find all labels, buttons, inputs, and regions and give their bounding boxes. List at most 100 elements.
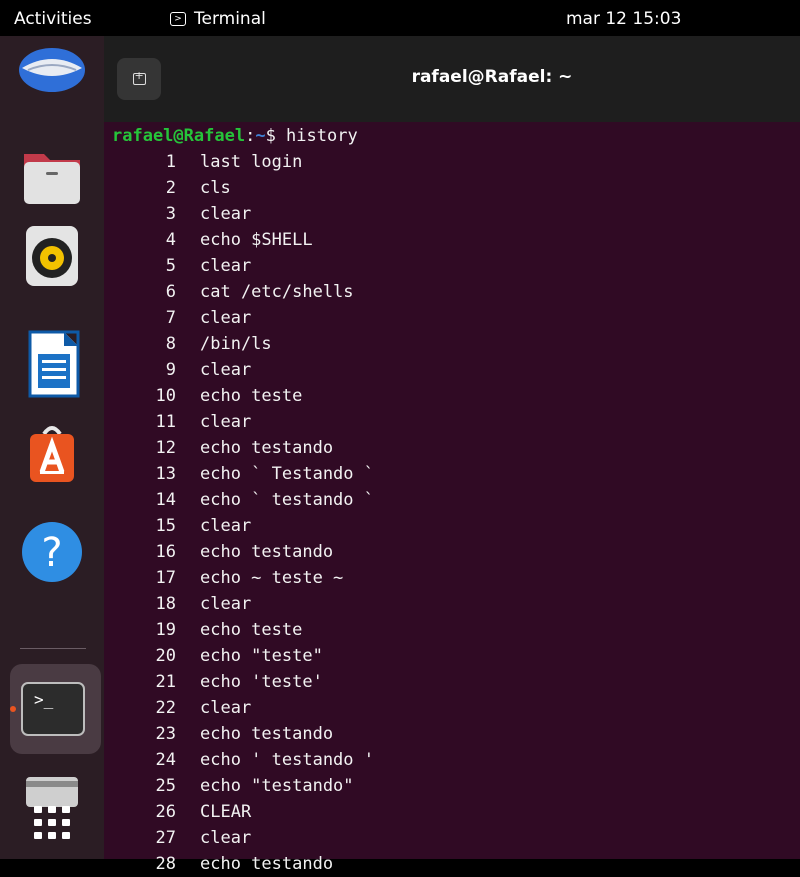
history-number: 1 [165, 152, 176, 172]
history-command: echo ` testando ` [200, 490, 374, 510]
history-number: 22 [155, 698, 176, 718]
history-number: 25 [155, 776, 176, 796]
history-line: 6 cat /etc/shells [112, 279, 800, 305]
history-command: clear [200, 828, 252, 848]
history-command: echo testando [200, 542, 334, 562]
software-icon[interactable] [16, 416, 88, 488]
svg-text:>_: >_ [34, 690, 54, 709]
history-number: 12 [155, 438, 176, 458]
history-line: 18 clear [112, 591, 800, 617]
history-number: 20 [155, 646, 176, 666]
history-number: 27 [155, 828, 176, 848]
history-line: 17 echo ~ teste ~ [112, 565, 800, 591]
history-line: 15 clear [112, 513, 800, 539]
app-name: Terminal [194, 9, 266, 29]
history-command: echo 'teste' [200, 672, 323, 692]
history-command: echo ' testando ' [200, 750, 374, 770]
prompt-user-host: rafael@Rafael [112, 126, 246, 146]
history-line: 20 echo "teste" [112, 643, 800, 669]
history-line: 9 clear [112, 357, 800, 383]
history-number: 18 [155, 594, 176, 614]
history-number: 15 [155, 516, 176, 536]
history-number: 26 [155, 802, 176, 822]
history-line: 11 clear [112, 409, 800, 435]
history-command: echo ~ teste ~ [200, 568, 344, 588]
history-number: 3 [165, 204, 176, 224]
history-line: 16 echo testando [112, 539, 800, 565]
rhythmbox-icon[interactable] [16, 220, 88, 292]
history-number: 5 [165, 256, 176, 276]
history-line: 14 echo ` testando ` [112, 487, 800, 513]
history-command: echo ` Testando ` [200, 464, 374, 484]
history-command: clear [200, 594, 252, 614]
history-command: /bin/ls [200, 334, 272, 354]
history-command: cls [200, 178, 231, 198]
app-menu[interactable]: > Terminal [170, 9, 266, 29]
history-line: 10 echo teste [112, 383, 800, 409]
history-number: 6 [165, 282, 176, 302]
history-line: 1 last login [112, 149, 800, 175]
history-line: 23 echo testando [112, 721, 800, 747]
dock: ? >_ [0, 36, 104, 859]
history-number: 16 [155, 542, 176, 562]
history-number: 24 [155, 750, 176, 770]
history-number: 14 [155, 490, 176, 510]
history-number: 4 [165, 230, 176, 250]
history-command: echo teste [200, 386, 303, 406]
history-line: 5 clear [112, 253, 800, 279]
prompt-line: rafael@Rafael:~$ history [112, 123, 800, 149]
clock[interactable]: mar 12 15:03 [566, 9, 681, 29]
help-icon[interactable]: ? [16, 516, 88, 588]
history-number: 17 [155, 568, 176, 588]
window-header[interactable]: rafael@Rafael: ~ [104, 36, 800, 122]
writer-icon[interactable] [16, 328, 88, 400]
history-line: 19 echo teste [112, 617, 800, 643]
history-command: CLEAR [200, 802, 252, 822]
window-title: rafael@Rafael: ~ [411, 67, 573, 87]
terminal-window[interactable]: rafael@Rafael: ~ rafael@Rafael:~$ histor… [104, 36, 800, 874]
terminal-icon[interactable]: >_ [16, 673, 88, 745]
history-line: 2 cls [112, 175, 800, 201]
history-line: 21 echo 'teste' [112, 669, 800, 695]
history-command: echo testando [200, 438, 334, 458]
history-line: 28 echo testando [112, 851, 800, 877]
history-command: clear [200, 698, 252, 718]
history-command: cat /etc/shells [200, 282, 354, 302]
dock-separator [20, 648, 86, 649]
history-number: 21 [155, 672, 176, 692]
history-line: 7 clear [112, 305, 800, 331]
prompt-dollar: $ [265, 126, 276, 146]
history-number: 19 [155, 620, 176, 640]
history-line: 24 echo ' testando ' [112, 747, 800, 773]
history-command: echo testando [200, 854, 334, 874]
history-command: clear [200, 308, 252, 328]
history-line: 8/bin/ls [112, 331, 800, 357]
window-title-wrap: rafael@Rafael: ~ [104, 67, 800, 87]
prompt-command: history [275, 126, 358, 146]
history-command: echo $SHELL [200, 230, 313, 250]
history-command: clear [200, 256, 252, 276]
files-icon[interactable] [16, 140, 88, 212]
thunderbird-icon[interactable] [16, 30, 88, 102]
terminal-app-icon: > [170, 12, 186, 26]
history-number: 7 [165, 308, 176, 328]
history-number: 28 [155, 854, 176, 874]
svg-text:?: ? [41, 530, 62, 576]
app-grid-icon[interactable] [16, 792, 88, 864]
prompt-path: ~ [255, 126, 266, 146]
history-number: 10 [155, 386, 176, 406]
history-line: 25 echo "testando" [112, 773, 800, 799]
history-number: 23 [155, 724, 176, 744]
history-line: 22 clear [112, 695, 800, 721]
history-line: 26 CLEAR [112, 799, 800, 825]
terminal-output[interactable]: rafael@Rafael:~$ history 1 last login 2 cls… [112, 123, 800, 877]
history-command: clear [200, 412, 252, 432]
history-command: echo teste [200, 620, 303, 640]
history-command: last login [200, 152, 303, 172]
history-number: 8 [165, 334, 176, 354]
history-line: 4 echo $SHELL [112, 227, 800, 253]
history-command: clear [200, 204, 252, 224]
history-line: 13 echo ` Testando ` [112, 461, 800, 487]
activities-button[interactable]: Activities [14, 9, 92, 29]
history-command: echo "teste" [200, 646, 323, 666]
